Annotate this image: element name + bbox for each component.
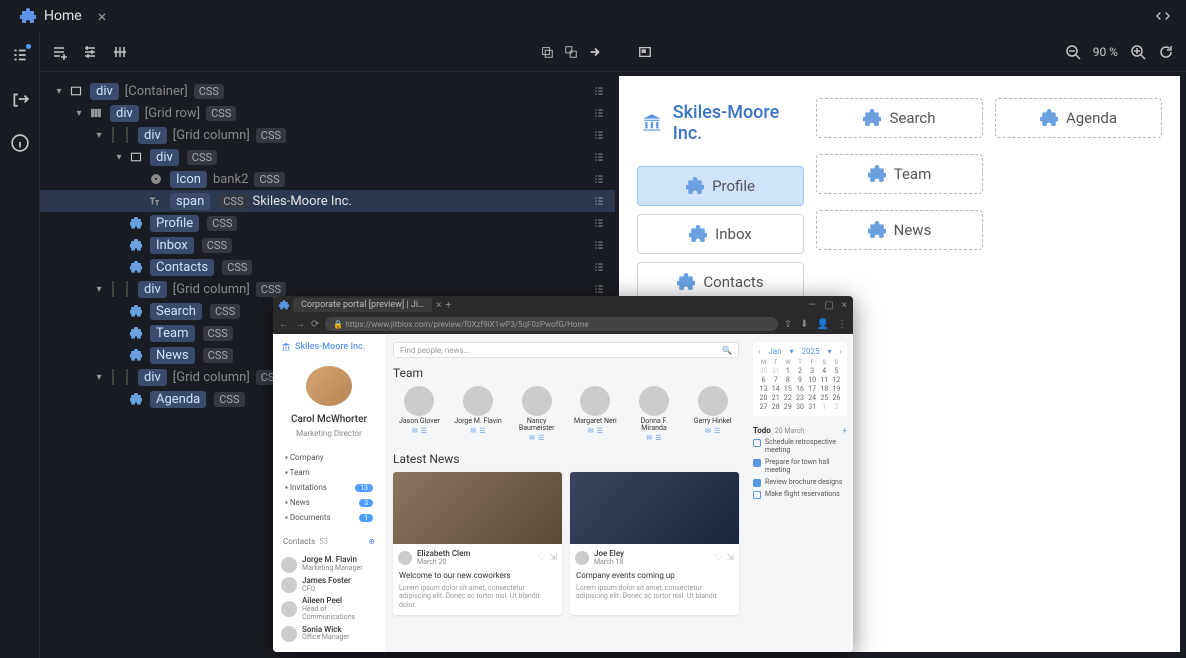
zoom-in-icon[interactable] [1130,44,1146,60]
rail-info[interactable] [11,134,29,156]
news-card[interactable]: Elizabeth ClemMarch 20♡⇲Welcome to our n… [393,472,562,615]
window-icon[interactable] [638,45,652,59]
brand-label: Skiles-Moore Inc. [673,102,800,144]
todo-item[interactable]: Make flight reservations [753,490,847,499]
tree-row[interactable]: ▾divCSS [40,146,615,168]
widget-profile[interactable]: Profile [637,166,804,206]
nav-item[interactable]: ▪ Company [281,450,377,465]
team-member[interactable]: Jorge M. Flavin✉☰ [452,386,505,442]
nav-item[interactable]: ▪ News3 [281,495,377,510]
nav-item[interactable]: ▪ Documents1 [281,510,377,525]
brand: Skiles-Moore Inc. [637,96,804,158]
user-name: Carol McWhorter [281,414,377,425]
nav-item[interactable]: ▪ Team [281,465,377,480]
contact-item[interactable]: Sonia WickOffice Manager [281,624,377,644]
tab-label: Home [44,8,82,24]
widget-search[interactable]: Search [816,98,983,138]
code-icon[interactable] [1156,9,1170,23]
favicon-puzzle-icon [279,300,289,310]
tab-bar: Home × [0,0,1186,32]
browser-preview-window: Corporate portal [preview] | Ji… × + —▢×… [273,296,853,652]
sidebar: Skiles-Moore Inc. Carol McWhorter Market… [273,334,385,652]
todo: Todo 20 March+ Schedule retrospective me… [753,426,847,499]
tree-row[interactable]: Iconbank2CSS [40,168,615,190]
tree-row[interactable]: ▾div[Grid column]CSS [40,124,615,146]
tab-home[interactable]: Home × [8,1,118,32]
bank-icon [641,111,663,135]
browser-tab[interactable]: Corporate portal [preview] | Ji… [293,298,432,312]
todo-item[interactable]: Schedule retrospective meeting [753,438,847,455]
copy-icon[interactable] [540,45,554,59]
left-rail [0,32,40,658]
widget-inbox[interactable]: Inbox [637,214,804,254]
user-role: Marketing Director [281,429,377,438]
rail-structure[interactable] [11,46,29,68]
contact-item[interactable]: Aileen PeelHead of Communications [281,595,377,623]
news-card[interactable]: Joe EleyMarch 18♡⇲Company events coming … [570,472,739,615]
sliders-icon[interactable] [82,44,98,60]
widget-news[interactable]: News [816,210,983,250]
news-heading: Latest News [393,452,739,466]
tree-row[interactable]: spanCSSSkiles-Moore Inc. [40,190,615,212]
close-icon[interactable]: × [98,7,107,26]
main-content: Find people, news…🔍 Team Jason Glover✉☰J… [385,334,747,652]
tree-row[interactable]: ▾div[Grid row]CSS [40,102,615,124]
tree-row[interactable]: ▾div[Container]CSS [40,80,615,102]
arrow-right-icon[interactable] [588,45,602,59]
browser-urlbar: ←→⟳ 🔒 https://www.jitblox.com/preview/f0… [273,314,853,334]
widget-agenda[interactable]: Agenda [995,98,1162,138]
tree-row[interactable]: ContactsCSS [40,256,615,278]
team-member[interactable]: Jason Glover✉☰ [393,386,446,442]
url-field[interactable]: 🔒 https://www.jitblox.com/preview/f0Xzf9… [325,317,777,331]
puzzle-icon [20,8,36,24]
browser-titlebar: Corporate portal [preview] | Ji… × + —▢× [273,296,853,314]
team-member[interactable]: Margaret Neri✉☰ [569,386,622,442]
team-member[interactable]: Gerry Hinkel✉☰ [686,386,739,442]
todo-item[interactable]: Review brochure designs [753,478,847,487]
refresh-icon[interactable] [1158,44,1174,60]
team-heading: Team [393,366,739,380]
todo-item[interactable]: Prepare for town hall meeting [753,458,847,475]
team-member[interactable]: Donna F. Miranda✉☰ [628,386,681,442]
toolbar: 90 % [40,32,1186,72]
contact-item[interactable]: Jorge M. FlavinMarketing Manager [281,554,377,574]
add-row-icon[interactable] [52,44,68,60]
zoom-out-icon[interactable] [1065,44,1081,60]
team-member[interactable]: Nancy Baumeister✉☰ [510,386,563,442]
copies-icon[interactable] [564,45,578,59]
justify-icon[interactable] [112,44,128,60]
right-panel: ‹Jan▾2025▾› MTWTFSS303112345678910111213… [747,334,853,652]
nav-item[interactable]: ▪ Invitations13 [281,480,377,495]
widget-team[interactable]: Team [816,154,983,194]
calendar[interactable]: ‹Jan▾2025▾› MTWTFSS303112345678910111213… [753,342,847,416]
tree-row[interactable]: InboxCSS [40,234,615,256]
rail-exit[interactable] [11,90,29,112]
tree-row[interactable]: ProfileCSS [40,212,615,234]
avatar [306,366,352,406]
sidebar-logo: Skiles-Moore Inc. [281,342,377,352]
zoom-level: 90 % [1093,45,1118,59]
search-input[interactable]: Find people, news…🔍 [393,342,739,358]
contact-item[interactable]: James FosterCFO [281,575,377,595]
